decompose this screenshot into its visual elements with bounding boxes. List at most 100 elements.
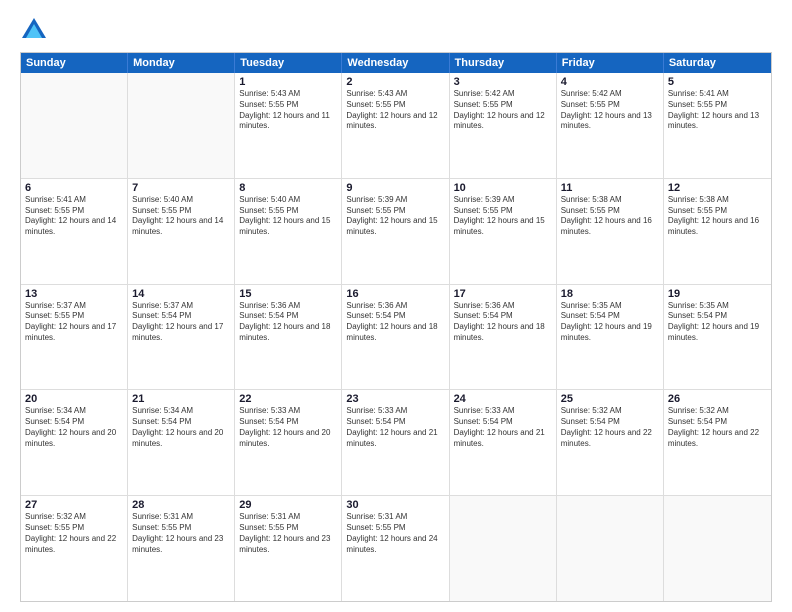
calendar-cell: 20Sunrise: 5:34 AM Sunset: 5:54 PM Dayli… [21, 390, 128, 495]
day-info: Sunrise: 5:36 AM Sunset: 5:54 PM Dayligh… [239, 301, 337, 344]
day-number: 24 [454, 393, 552, 405]
day-info: Sunrise: 5:38 AM Sunset: 5:55 PM Dayligh… [668, 195, 767, 238]
day-number: 16 [346, 288, 444, 300]
calendar-cell: 14Sunrise: 5:37 AM Sunset: 5:54 PM Dayli… [128, 285, 235, 390]
calendar-cell: 4Sunrise: 5:42 AM Sunset: 5:55 PM Daylig… [557, 73, 664, 178]
day-number: 4 [561, 76, 659, 88]
day-info: Sunrise: 5:38 AM Sunset: 5:55 PM Dayligh… [561, 195, 659, 238]
day-info: Sunrise: 5:31 AM Sunset: 5:55 PM Dayligh… [132, 512, 230, 555]
calendar-cell: 29Sunrise: 5:31 AM Sunset: 5:55 PM Dayli… [235, 496, 342, 601]
calendar-cell [557, 496, 664, 601]
calendar-cell [21, 73, 128, 178]
col-header-saturday: Saturday [664, 53, 771, 73]
day-info: Sunrise: 5:36 AM Sunset: 5:54 PM Dayligh… [346, 301, 444, 344]
day-info: Sunrise: 5:43 AM Sunset: 5:55 PM Dayligh… [346, 89, 444, 132]
calendar-body: 1 Sunrise: 5:43 AM Sunset: 5:55 PM Daylig… [21, 73, 771, 601]
day-number: 22 [239, 393, 337, 405]
calendar-cell: 8Sunrise: 5:40 AM Sunset: 5:55 PM Daylig… [235, 179, 342, 284]
day-number: 11 [561, 182, 659, 194]
calendar-cell: 21Sunrise: 5:34 AM Sunset: 5:54 PM Dayli… [128, 390, 235, 495]
day-info: Sunrise: 5:39 AM Sunset: 5:55 PM Dayligh… [346, 195, 444, 238]
day-number: 9 [346, 182, 444, 194]
day-info: Sunrise: 5:40 AM Sunset: 5:55 PM Dayligh… [239, 195, 337, 238]
logo-icon [20, 16, 48, 44]
day-info: Sunrise: 5:36 AM Sunset: 5:54 PM Dayligh… [454, 301, 552, 344]
day-info: Sunrise: 5:31 AM Sunset: 5:55 PM Dayligh… [239, 512, 337, 555]
day-number: 13 [25, 288, 123, 300]
day-number: 1 [239, 76, 337, 88]
day-number: 5 [668, 76, 767, 88]
calendar-cell: 23Sunrise: 5:33 AM Sunset: 5:54 PM Dayli… [342, 390, 449, 495]
logo [20, 16, 52, 44]
calendar-cell: 28Sunrise: 5:31 AM Sunset: 5:55 PM Dayli… [128, 496, 235, 601]
day-info: Sunrise: 5:42 AM Sunset: 5:55 PM Dayligh… [561, 89, 659, 132]
day-number: 25 [561, 393, 659, 405]
calendar-cell: 6Sunrise: 5:41 AM Sunset: 5:55 PM Daylig… [21, 179, 128, 284]
day-info: Sunrise: 5:39 AM Sunset: 5:55 PM Dayligh… [454, 195, 552, 238]
calendar-cell: 11Sunrise: 5:38 AM Sunset: 5:55 PM Dayli… [557, 179, 664, 284]
day-info: Sunrise: 5:37 AM Sunset: 5:54 PM Dayligh… [132, 301, 230, 344]
day-number: 14 [132, 288, 230, 300]
calendar-cell: 7Sunrise: 5:40 AM Sunset: 5:55 PM Daylig… [128, 179, 235, 284]
calendar-cell: 2Sunrise: 5:43 AM Sunset: 5:55 PM Daylig… [342, 73, 449, 178]
calendar-cell: 15Sunrise: 5:36 AM Sunset: 5:54 PM Dayli… [235, 285, 342, 390]
day-info: Sunrise: 5:42 AM Sunset: 5:55 PM Dayligh… [454, 89, 552, 132]
calendar-cell: 26Sunrise: 5:32 AM Sunset: 5:54 PM Dayli… [664, 390, 771, 495]
calendar-cell: 13Sunrise: 5:37 AM Sunset: 5:55 PM Dayli… [21, 285, 128, 390]
calendar-cell: 18Sunrise: 5:35 AM Sunset: 5:54 PM Dayli… [557, 285, 664, 390]
day-number: 12 [668, 182, 767, 194]
calendar-week-2: 6Sunrise: 5:41 AM Sunset: 5:55 PM Daylig… [21, 178, 771, 284]
day-number: 30 [346, 499, 444, 511]
calendar-cell: 12Sunrise: 5:38 AM Sunset: 5:55 PM Dayli… [664, 179, 771, 284]
day-info: Sunrise: 5:35 AM Sunset: 5:54 PM Dayligh… [561, 301, 659, 344]
calendar-week-4: 20Sunrise: 5:34 AM Sunset: 5:54 PM Dayli… [21, 389, 771, 495]
calendar-cell: 27Sunrise: 5:32 AM Sunset: 5:55 PM Dayli… [21, 496, 128, 601]
day-info: Sunrise: 5:33 AM Sunset: 5:54 PM Dayligh… [346, 406, 444, 449]
day-number: 15 [239, 288, 337, 300]
col-header-tuesday: Tuesday [235, 53, 342, 73]
day-number: 2 [346, 76, 444, 88]
day-info: Sunrise: 5:41 AM Sunset: 5:55 PM Dayligh… [668, 89, 767, 132]
day-info: Sunrise: 5:35 AM Sunset: 5:54 PM Dayligh… [668, 301, 767, 344]
day-number: 28 [132, 499, 230, 511]
day-number: 26 [668, 393, 767, 405]
calendar-cell [664, 496, 771, 601]
col-header-sunday: Sunday [21, 53, 128, 73]
day-info: Sunrise: 5:33 AM Sunset: 5:54 PM Dayligh… [239, 406, 337, 449]
col-header-thursday: Thursday [450, 53, 557, 73]
calendar-cell: 25Sunrise: 5:32 AM Sunset: 5:54 PM Dayli… [557, 390, 664, 495]
day-info: Sunrise: 5:41 AM Sunset: 5:55 PM Dayligh… [25, 195, 123, 238]
day-number: 10 [454, 182, 552, 194]
calendar-cell: 10Sunrise: 5:39 AM Sunset: 5:55 PM Dayli… [450, 179, 557, 284]
calendar-week-5: 27Sunrise: 5:32 AM Sunset: 5:55 PM Dayli… [21, 495, 771, 601]
day-number: 8 [239, 182, 337, 194]
calendar-week-1: 1 Sunrise: 5:43 AM Sunset: 5:55 PM Daylig… [21, 73, 771, 178]
calendar-cell: 17Sunrise: 5:36 AM Sunset: 5:54 PM Dayli… [450, 285, 557, 390]
calendar-week-3: 13Sunrise: 5:37 AM Sunset: 5:55 PM Dayli… [21, 284, 771, 390]
day-number: 6 [25, 182, 123, 194]
day-number: 19 [668, 288, 767, 300]
calendar-cell: 1Sunrise: 5:43 AM Sunset: 5:55 PM Daylig… [235, 73, 342, 178]
calendar-cell: 16Sunrise: 5:36 AM Sunset: 5:54 PM Dayli… [342, 285, 449, 390]
col-header-wednesday: Wednesday [342, 53, 449, 73]
header [20, 16, 772, 44]
day-number: 17 [454, 288, 552, 300]
day-info: Sunrise: 5:37 AM Sunset: 5:55 PM Dayligh… [25, 301, 123, 344]
day-number: 23 [346, 393, 444, 405]
day-info: Sunrise: 5:34 AM Sunset: 5:54 PM Dayligh… [132, 406, 230, 449]
col-header-friday: Friday [557, 53, 664, 73]
calendar: SundayMondayTuesdayWednesdayThursdayFrid… [20, 52, 772, 602]
calendar-cell [450, 496, 557, 601]
page: SundayMondayTuesdayWednesdayThursdayFrid… [0, 0, 792, 612]
calendar-cell: 30Sunrise: 5:31 AM Sunset: 5:55 PM Dayli… [342, 496, 449, 601]
day-info: Sunrise: 5:32 AM Sunset: 5:54 PM Dayligh… [668, 406, 767, 449]
day-info: Sunrise: 5:32 AM Sunset: 5:55 PM Dayligh… [25, 512, 123, 555]
day-number: 27 [25, 499, 123, 511]
day-info: Sunrise: 5:33 AM Sunset: 5:54 PM Dayligh… [454, 406, 552, 449]
calendar-cell: 22Sunrise: 5:33 AM Sunset: 5:54 PM Dayli… [235, 390, 342, 495]
day-number: 7 [132, 182, 230, 194]
calendar-cell [128, 73, 235, 178]
day-number: 29 [239, 499, 337, 511]
col-header-monday: Monday [128, 53, 235, 73]
calendar-cell: 24Sunrise: 5:33 AM Sunset: 5:54 PM Dayli… [450, 390, 557, 495]
